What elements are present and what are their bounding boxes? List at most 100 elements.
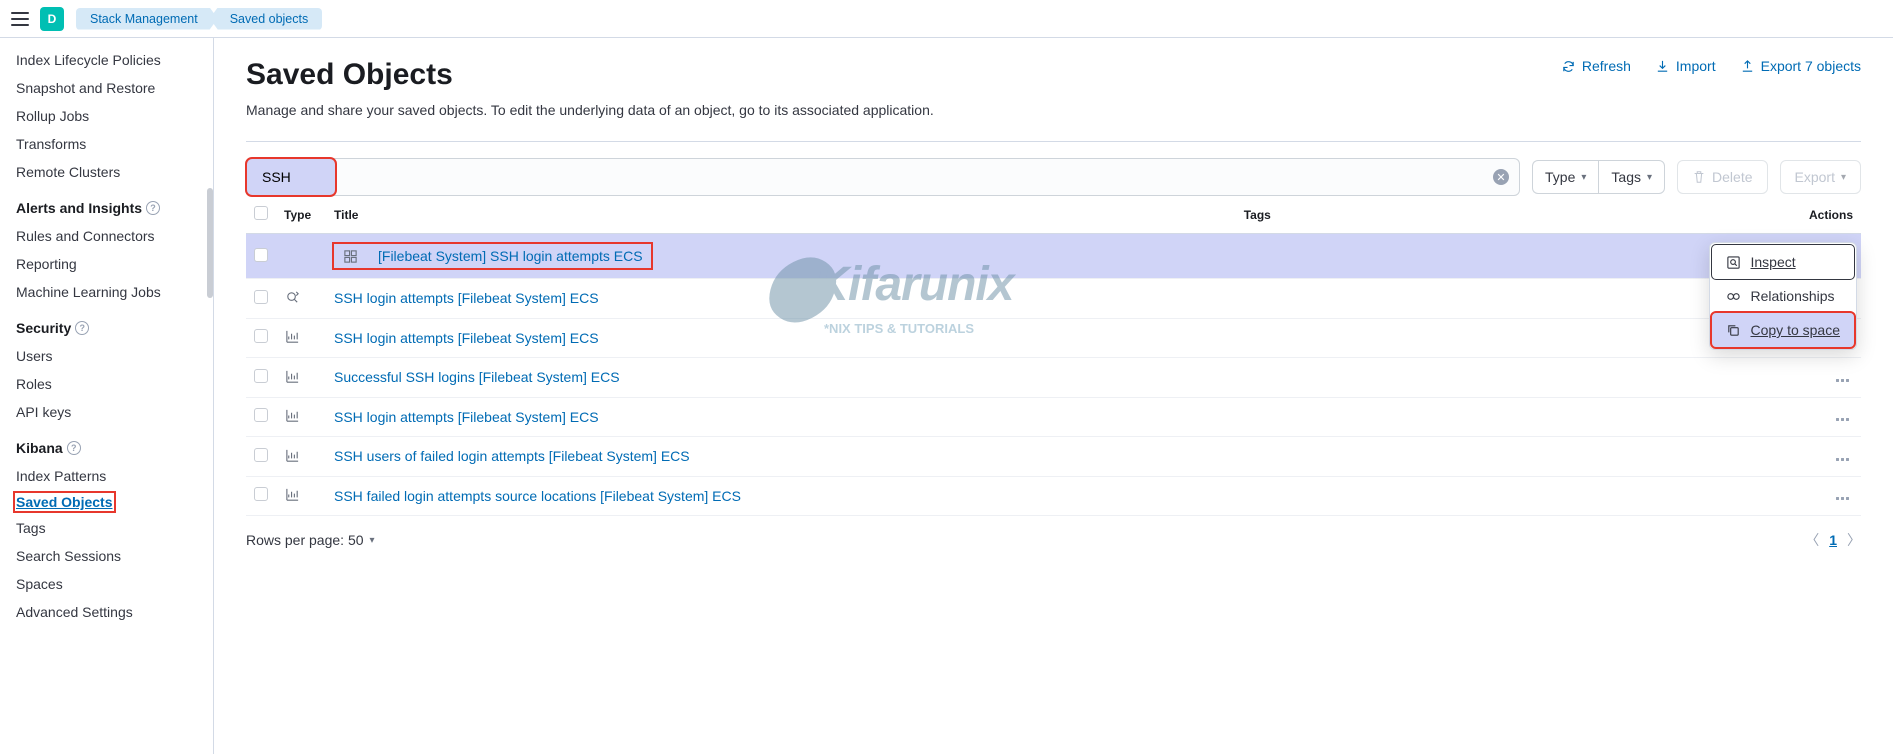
row-actions-button[interactable]: [1832, 414, 1853, 425]
sidebar-item-tags[interactable]: Tags: [0, 514, 213, 542]
row-actions-button[interactable]: [1832, 454, 1853, 465]
pagination: 〈 1 〉: [1805, 530, 1861, 550]
top-header: D Stack Management Saved objects: [0, 0, 1893, 38]
row-checkbox[interactable]: [254, 369, 268, 383]
table-row: SSH failed login attempts source locatio…: [246, 476, 1861, 516]
sidebar-item-rollup[interactable]: Rollup Jobs: [0, 102, 213, 130]
menu-icon[interactable]: [8, 7, 32, 31]
object-title-link[interactable]: Successful SSH logins [Filebeat System] …: [334, 369, 620, 385]
row-checkbox[interactable]: [254, 487, 268, 501]
relationships-icon: [1726, 289, 1741, 304]
object-title-link[interactable]: [Filebeat System] SSH login attempts ECS: [378, 248, 643, 264]
breadcrumb-stack-management[interactable]: Stack Management: [76, 8, 218, 30]
page-description: Manage and share your saved objects. To …: [246, 100, 936, 121]
col-type[interactable]: Type: [276, 196, 326, 234]
sidebar: Index Lifecycle Policies Snapshot and Re…: [0, 38, 214, 754]
object-title-link[interactable]: SSH login attempts [Filebeat System] ECS: [334, 409, 599, 425]
row-context-menu: Inspect Relationships Copy to space: [1709, 242, 1858, 350]
object-title-link[interactable]: SSH users of failed login attempts [File…: [334, 448, 690, 464]
help-icon[interactable]: ?: [67, 441, 81, 455]
sidebar-heading-security: Security ?: [0, 306, 213, 342]
sidebar-item-api-keys[interactable]: API keys: [0, 398, 213, 426]
menu-relationships[interactable]: Relationships: [1712, 279, 1855, 313]
type-icon: [284, 447, 300, 463]
sidebar-item-ml[interactable]: Machine Learning Jobs: [0, 278, 213, 306]
import-icon: [1655, 59, 1670, 74]
scrollbar[interactable]: [207, 188, 213, 298]
sidebar-item-saved-objects[interactable]: Saved Objects: [14, 492, 115, 512]
type-filter[interactable]: Type▾: [1532, 160, 1598, 194]
table-row: [Filebeat System] SSH login attempts ECS: [246, 234, 1861, 279]
sidebar-item-search-sessions[interactable]: Search Sessions: [0, 542, 213, 570]
sidebar-item-advanced[interactable]: Advanced Settings: [0, 598, 213, 626]
copy-icon: [1726, 323, 1741, 338]
refresh-button[interactable]: Refresh: [1561, 58, 1631, 74]
menu-inspect[interactable]: Inspect: [1712, 245, 1855, 279]
type-icon: [284, 408, 300, 424]
export-button[interactable]: Export 7 objects: [1740, 58, 1861, 74]
inspect-icon: [1726, 255, 1741, 270]
export-selected-button[interactable]: Export▾: [1780, 160, 1862, 194]
object-title-link[interactable]: SSH failed login attempts source locatio…: [334, 488, 741, 504]
type-icon: [284, 329, 300, 345]
row-actions-button[interactable]: [1832, 375, 1853, 386]
table-row: SSH login attempts [Filebeat System] ECS: [246, 279, 1861, 319]
type-icon: [284, 289, 300, 305]
sidebar-item-reporting[interactable]: Reporting: [0, 250, 213, 278]
sidebar-item-spaces[interactable]: Spaces: [0, 570, 213, 598]
rows-per-page[interactable]: Rows per page: 50▾: [246, 532, 375, 548]
main-content: ⬤Kifarunix *NIX TIPS & TUTORIALS Saved O…: [214, 38, 1893, 754]
page-prev[interactable]: 〈: [1805, 530, 1819, 550]
col-actions: Actions: [1801, 196, 1861, 234]
page-title: Saved Objects: [246, 58, 453, 92]
type-icon: [342, 248, 358, 264]
page-next[interactable]: 〉: [1847, 530, 1861, 550]
menu-copy-to-space[interactable]: Copy to space: [1712, 313, 1855, 347]
select-all-checkbox[interactable]: [254, 206, 268, 220]
search-input[interactable]: [256, 169, 443, 185]
table-row: SSH login attempts [Filebeat System] ECS: [246, 318, 1861, 358]
clear-search-button[interactable]: ✕: [1493, 169, 1509, 185]
export-icon: [1740, 59, 1755, 74]
sidebar-heading-alerts: Alerts and Insights ?: [0, 186, 213, 222]
search-input-wrapper: [246, 158, 336, 196]
row-checkbox[interactable]: [254, 448, 268, 462]
sidebar-item-snapshot[interactable]: Snapshot and Restore: [0, 74, 213, 102]
table-row: SSH login attempts [Filebeat System] ECS: [246, 397, 1861, 437]
help-icon[interactable]: ?: [146, 201, 160, 215]
sidebar-item-ilm[interactable]: Index Lifecycle Policies: [0, 46, 213, 74]
help-icon[interactable]: ?: [75, 321, 89, 335]
row-checkbox[interactable]: [254, 329, 268, 343]
row-checkbox[interactable]: [254, 290, 268, 304]
table-row: Successful SSH logins [Filebeat System] …: [246, 358, 1861, 398]
sidebar-heading-kibana: Kibana ?: [0, 426, 213, 462]
space-avatar[interactable]: D: [40, 7, 64, 31]
trash-icon: [1692, 170, 1706, 184]
page-number[interactable]: 1: [1829, 532, 1837, 548]
refresh-icon: [1561, 59, 1576, 74]
object-title-link[interactable]: SSH login attempts [Filebeat System] ECS: [334, 330, 599, 346]
type-icon: [284, 368, 300, 384]
object-title-link[interactable]: SSH login attempts [Filebeat System] ECS: [334, 290, 599, 306]
row-checkbox[interactable]: [254, 248, 268, 262]
sidebar-item-users[interactable]: Users: [0, 342, 213, 370]
breadcrumb: Stack Management Saved objects: [72, 8, 322, 30]
sidebar-item-index-patterns[interactable]: Index Patterns: [0, 462, 213, 490]
sidebar-item-remote[interactable]: Remote Clusters: [0, 158, 213, 186]
delete-button[interactable]: Delete: [1677, 160, 1767, 194]
col-tags[interactable]: Tags: [1236, 196, 1801, 234]
type-icon: [284, 487, 300, 503]
row-checkbox[interactable]: [254, 408, 268, 422]
breadcrumb-saved-objects[interactable]: Saved objects: [210, 8, 323, 30]
sidebar-item-rules[interactable]: Rules and Connectors: [0, 222, 213, 250]
sidebar-item-roles[interactable]: Roles: [0, 370, 213, 398]
tags-filter[interactable]: Tags▾: [1598, 160, 1665, 194]
col-title[interactable]: Title: [326, 196, 1236, 234]
sidebar-item-transforms[interactable]: Transforms: [0, 130, 213, 158]
row-actions-button[interactable]: [1832, 493, 1853, 504]
import-button[interactable]: Import: [1655, 58, 1716, 74]
table-row: SSH users of failed login attempts [File…: [246, 437, 1861, 477]
toolbar: ✕ Type▾ Tags▾ Delete Export▾: [246, 158, 1861, 196]
table-footer: Rows per page: 50▾ 〈 1 〉: [246, 516, 1861, 564]
divider: [246, 141, 1861, 142]
